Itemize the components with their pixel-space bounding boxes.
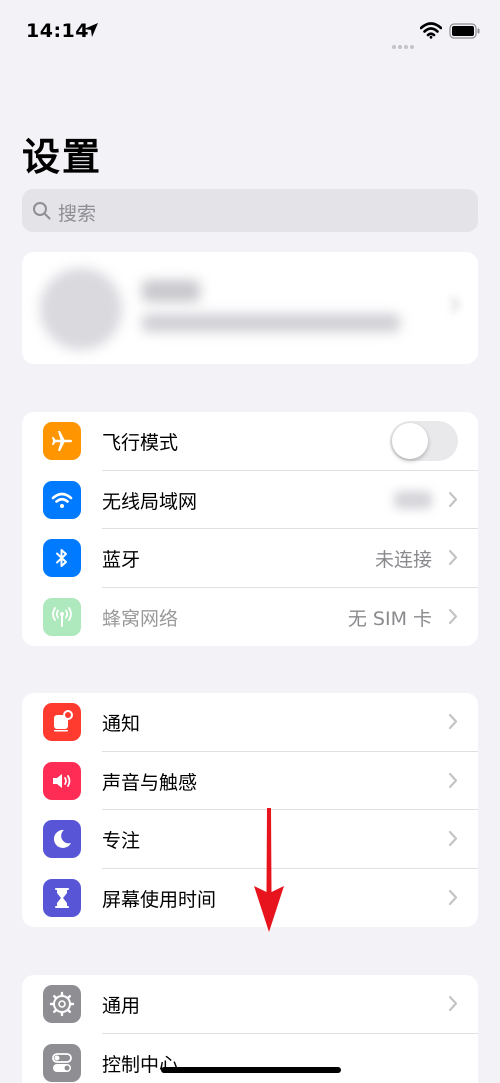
wifi-label: 无线局域网 [102, 490, 198, 513]
hourglass-icon [43, 878, 81, 917]
general-label: 通用 [102, 995, 141, 1017]
chevron-right-icon [448, 889, 458, 905]
focus-row[interactable]: 专注 [22, 810, 478, 869]
chevron-right-icon [448, 995, 458, 1012]
airplane-icon [43, 422, 81, 460]
notifications-group: 通知 声音与触感 专注 屏幕使用时间 [22, 693, 478, 927]
connectivity-group: 飞行模式 无线局域网 蓝牙 未连接 蜂窝网络 无 SIM 卡 [22, 412, 478, 646]
status-bar: 14:14 [0, 0, 500, 60]
cellular-row[interactable]: 蜂窝网络 无 SIM 卡 [22, 588, 478, 647]
signal-dots-icon [392, 34, 416, 53]
wifi-status-icon [420, 22, 442, 39]
location-arrow-icon [84, 23, 98, 37]
cellular-label: 蜂窝网络 [102, 607, 179, 630]
avatar [40, 268, 122, 350]
search-input[interactable]: 搜索 [22, 189, 478, 232]
sounds-haptics-label: 声音与触感 [102, 771, 198, 794]
chevron-right-icon [448, 491, 458, 507]
airplane-mode-label: 飞行模式 [102, 432, 179, 454]
apple-id-profile-card[interactable] [22, 252, 478, 364]
search-placeholder: 搜索 [58, 203, 97, 225]
battery-icon [449, 23, 480, 39]
airplane-mode-row[interactable]: 飞行模式 [22, 412, 478, 471]
chevron-right-icon [448, 713, 458, 730]
cellular-status: 无 SIM 卡 [347, 607, 432, 630]
wifi-row[interactable]: 无线局域网 [22, 471, 478, 529]
search-icon [33, 202, 51, 220]
screen-time-row[interactable]: 屏幕使用时间 [22, 869, 478, 928]
toggle-knob [392, 423, 428, 459]
sounds-haptics-row[interactable]: 声音与触感 [22, 752, 478, 810]
gear-icon [43, 985, 81, 1023]
focus-label: 专注 [102, 830, 141, 852]
switches-icon [43, 1043, 81, 1082]
bell-icon [43, 703, 81, 741]
bluetooth-icon [43, 539, 81, 577]
chevron-right-icon [448, 830, 458, 847]
page-title: 设置 [22, 135, 103, 179]
bluetooth-label: 蓝牙 [102, 549, 141, 571]
wifi-network-blurred [394, 490, 432, 509]
chevron-right-icon [448, 608, 458, 624]
notifications-label: 通知 [102, 713, 141, 735]
control-center-row[interactable]: 控制中心 [22, 1034, 478, 1083]
bluetooth-status: 未连接 [374, 549, 432, 571]
home-indicator[interactable] [161, 1067, 341, 1073]
antenna-icon [43, 597, 81, 636]
profile-name-blurred [142, 280, 200, 302]
moon-icon [43, 820, 81, 858]
scroll-down-arrow-annotation [254, 808, 284, 932]
general-row[interactable]: 通用 [22, 975, 478, 1034]
speaker-icon [43, 761, 81, 800]
bluetooth-row[interactable]: 蓝牙 未连接 [22, 529, 478, 588]
profile-subtitle-blurred [142, 314, 400, 332]
notifications-row[interactable]: 通知 [22, 693, 478, 752]
chevron-right-icon [448, 772, 458, 788]
airplane-mode-toggle[interactable] [390, 421, 458, 461]
chevron-right-icon [448, 549, 458, 566]
wifi-icon [43, 480, 81, 519]
status-time: 14:14 [26, 20, 89, 42]
chevron-right-icon [450, 296, 460, 313]
screen-time-label: 屏幕使用时间 [102, 888, 217, 911]
